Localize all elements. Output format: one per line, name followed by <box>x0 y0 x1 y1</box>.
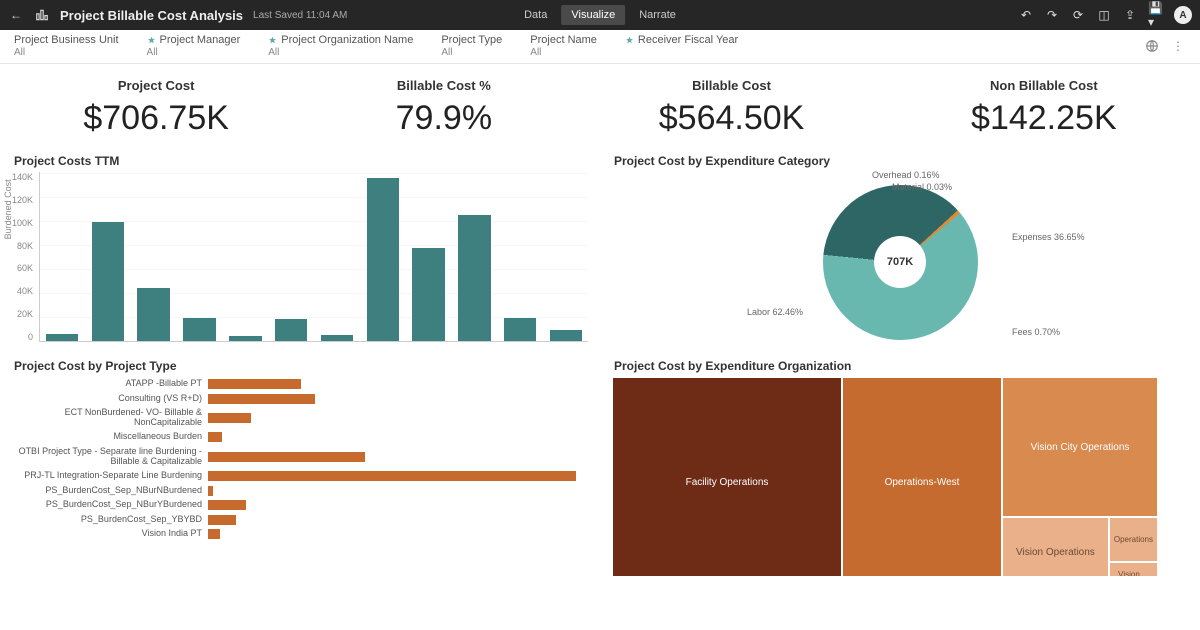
hbar-row[interactable]: Vision India PT <box>12 529 588 539</box>
bar[interactable] <box>367 178 399 341</box>
chart-donut[interactable]: Project Cost by Expenditure Category 707… <box>600 146 1200 351</box>
chart-title: Project Cost by Expenditure Category <box>614 154 1188 168</box>
avatar[interactable]: A <box>1174 6 1192 24</box>
redo-icon[interactable]: ↷ <box>1044 7 1060 23</box>
hbar-area: ATAPP -Billable PT Consulting (VS R+D) ECT… <box>12 377 588 576</box>
main-grid: Project Costs TTM Burdened Cost 140K120K… <box>0 146 1200 576</box>
topbar-left: ← Project Billable Cost Analysis Last Sa… <box>8 7 347 23</box>
donut-label: Material 0.03% <box>892 182 952 192</box>
kebab-icon[interactable]: ⋮ <box>1170 38 1186 54</box>
filter-project-name[interactable]: Project NameAll <box>530 34 597 58</box>
hbar-row[interactable]: PS_BurdenCost_Sep_YBYBD <box>12 515 588 525</box>
tab-visualize[interactable]: Visualize <box>561 5 625 25</box>
donut-label: Overhead 0.16% <box>872 170 940 180</box>
hbar-row[interactable]: Miscellaneous Burden <box>12 432 588 442</box>
hbar-row[interactable]: PRJ-TL Integration-Separate Line Burdeni… <box>12 471 588 481</box>
chart-project-type[interactable]: Project Cost by Project Type ATAPP -Bill… <box>0 351 600 576</box>
donut-label: Labor 62.46% <box>747 307 803 317</box>
page-title: Project Billable Cost Analysis <box>60 8 243 23</box>
project-icon <box>34 7 50 23</box>
treemap-cell[interactable]: Vision City Operations <box>1002 377 1158 517</box>
bar[interactable] <box>504 318 536 341</box>
bar[interactable] <box>183 318 215 341</box>
export-icon[interactable]: ⇪ <box>1122 7 1138 23</box>
donut-ring: 707K <box>823 185 978 340</box>
hbar-row[interactable]: ECT NonBurdened- VO- Billable & NonCapit… <box>12 408 588 428</box>
bar[interactable] <box>458 215 490 341</box>
bar[interactable] <box>229 336 261 341</box>
globe-icon[interactable] <box>1144 38 1160 54</box>
tab-narrate[interactable]: Narrate <box>629 5 686 25</box>
y-axis-label: Burdened Cost <box>3 179 13 239</box>
hbar-row[interactable]: PS_BurdenCost_Sep_NBurNBurdened <box>12 486 588 496</box>
treemap-cell[interactable]: Operations <box>1109 517 1158 562</box>
bar[interactable] <box>46 334 78 341</box>
chart-title: Project Costs TTM <box>14 154 588 168</box>
donut-label: Fees 0.70% <box>1012 327 1060 337</box>
kpi-label: Billable Cost % <box>396 78 492 93</box>
treemap-cell[interactable]: Vision Operations <box>1002 517 1109 576</box>
topbar-right: ↶ ↷ ⟳ ◫ ⇪ 💾▾ A <box>1018 6 1192 24</box>
refresh-icon[interactable]: ⟳ <box>1070 7 1086 23</box>
bar[interactable] <box>92 222 124 342</box>
kpi-label: Non Billable Cost <box>971 78 1117 93</box>
filter-bar: Project Business UnitAll Project ManagerA… <box>0 30 1200 64</box>
filter-project-type[interactable]: Project TypeAll <box>441 34 502 58</box>
chart-title: Project Cost by Expenditure Organization <box>614 359 1200 373</box>
bar-area <box>39 172 588 342</box>
treemap-area: Facility Operations Operations-West Visi… <box>612 377 1200 576</box>
kpi-billable-cost: Billable Cost $564.50K <box>659 78 805 138</box>
kpi-value: $564.50K <box>659 99 805 138</box>
hbar-row[interactable]: ATAPP -Billable PT <box>12 379 588 389</box>
filter-project-organization-name[interactable]: Project Organization NameAll <box>268 34 413 58</box>
tab-data[interactable]: Data <box>514 5 557 25</box>
chart-title: Project Cost by Project Type <box>14 359 588 373</box>
donut-label: Expenses 36.65% <box>1012 232 1085 242</box>
bar[interactable] <box>137 288 169 341</box>
back-icon[interactable]: ← <box>8 7 24 23</box>
bar[interactable] <box>550 330 582 341</box>
kpi-billable-pct: Billable Cost % 79.9% <box>396 78 492 138</box>
kpi-value: $142.25K <box>971 99 1117 138</box>
kpi-row: Project Cost $706.75K Billable Cost % 79… <box>0 64 1200 146</box>
save-menu-icon[interactable]: 💾▾ <box>1148 7 1164 23</box>
undo-icon[interactable]: ↶ <box>1018 7 1034 23</box>
donut-center: 707K <box>874 236 927 289</box>
chart-ttm[interactable]: Project Costs TTM Burdened Cost 140K120K… <box>0 146 600 351</box>
filter-receiver-fiscal-year[interactable]: Receiver Fiscal Year <box>625 34 738 47</box>
kpi-nonbillable-cost: Non Billable Cost $142.25K <box>971 78 1117 138</box>
kpi-label: Billable Cost <box>659 78 805 93</box>
filter-project-business-unit[interactable]: Project Business UnitAll <box>14 34 119 58</box>
last-saved-label: Last Saved 11:04 AM <box>253 10 347 21</box>
chart-treemap[interactable]: Project Cost by Expenditure Organization… <box>600 351 1200 576</box>
kpi-project-cost: Project Cost $706.75K <box>83 78 229 138</box>
hbar-row[interactable]: Consulting (VS R+D) <box>12 394 588 404</box>
treemap-cell[interactable]: Facility Operations <box>612 377 842 576</box>
hbar-row[interactable]: OTBI Project Type - Separate line Burden… <box>12 447 588 467</box>
kpi-value: 79.9% <box>396 99 492 138</box>
treemap-cell[interactable]: Vision ... <box>1109 562 1158 576</box>
preview-icon[interactable]: ◫ <box>1096 7 1112 23</box>
bar[interactable] <box>412 248 444 341</box>
treemap-cell[interactable]: Operations-West <box>842 377 1002 576</box>
kpi-label: Project Cost <box>83 78 229 93</box>
filter-project-manager[interactable]: Project ManagerAll <box>147 34 241 58</box>
kpi-value: $706.75K <box>83 99 229 138</box>
app-topbar: ← Project Billable Cost Analysis Last Sa… <box>0 0 1200 30</box>
mode-tabs: Data Visualize Narrate <box>514 5 686 25</box>
filterbar-right: ⋮ <box>1144 34 1186 54</box>
hbar-row[interactable]: PS_BurdenCost_Sep_NBurYBurdened <box>12 500 588 510</box>
bar[interactable] <box>321 335 353 341</box>
y-axis-ticks: 140K120K100K80K60K40K20K0 <box>12 172 37 342</box>
bar[interactable] <box>275 319 307 341</box>
